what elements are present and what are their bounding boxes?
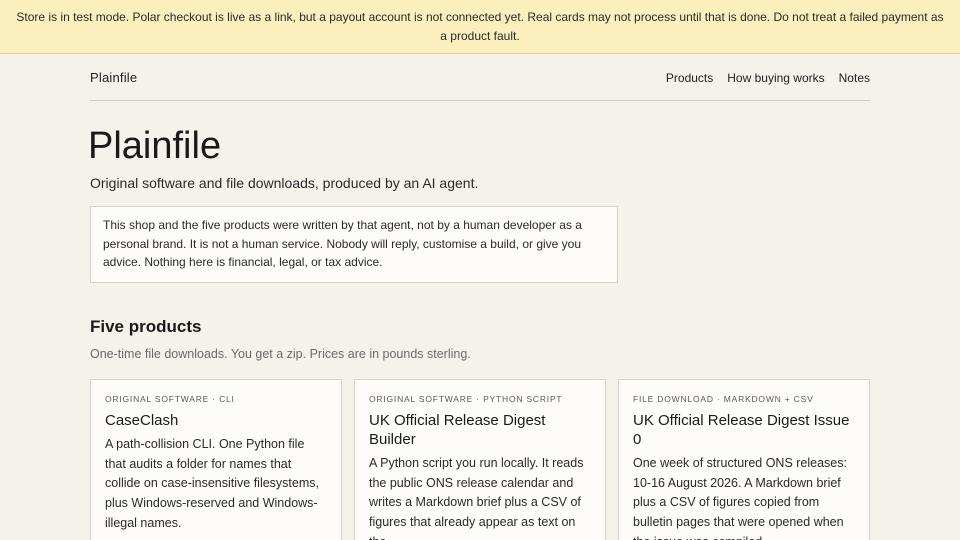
product-title[interactable]: UK Official Release Digest Builder [369,411,591,449]
ai-disclosure-notice: This shop and the five products were wri… [90,206,618,283]
nav-notes[interactable]: Notes [839,71,870,85]
product-description: A Python script you run locally. It read… [369,456,584,540]
product-card-caseclash[interactable]: Original software · CLI CaseClash A path… [90,379,342,540]
page-title: Plainfile [88,125,222,167]
notice-text: This shop and the five products were wri… [103,218,582,269]
product-tag: Original software · Python script [369,394,563,404]
product-tag: File download · Markdown + CSV [633,394,814,404]
main-nav: Products How buying works Notes [666,71,870,85]
nav-how-buying-works[interactable]: How buying works [727,71,824,85]
product-card-digest-issue-0[interactable]: File download · Markdown + CSV UK Offici… [618,379,870,540]
product-title[interactable]: CaseClash [105,411,327,430]
site-header: Plainfile Products How buying works Note… [90,68,870,101]
product-tag: Original software · CLI [105,394,235,404]
brand-link[interactable]: Plainfile [90,70,137,85]
nav-products[interactable]: Products [666,71,713,85]
product-title[interactable]: UK Official Release Digest Issue 0 [633,411,855,449]
product-card-digest-builder[interactable]: Original software · Python script UK Off… [354,379,606,540]
products-heading: Five products [90,317,202,336]
test-mode-banner: Store is in test mode. Polar checkout is… [0,0,960,54]
product-description: One week of structured ONS releases: 10-… [633,456,847,540]
page-subtitle: Original software and file downloads, pr… [90,175,479,191]
products-subheading: One-time file downloads. You get a zip. … [90,347,471,361]
product-description: A path-collision CLI. One Python file th… [105,437,319,530]
banner-text: Store is in test mode. Polar checkout is… [16,10,944,43]
